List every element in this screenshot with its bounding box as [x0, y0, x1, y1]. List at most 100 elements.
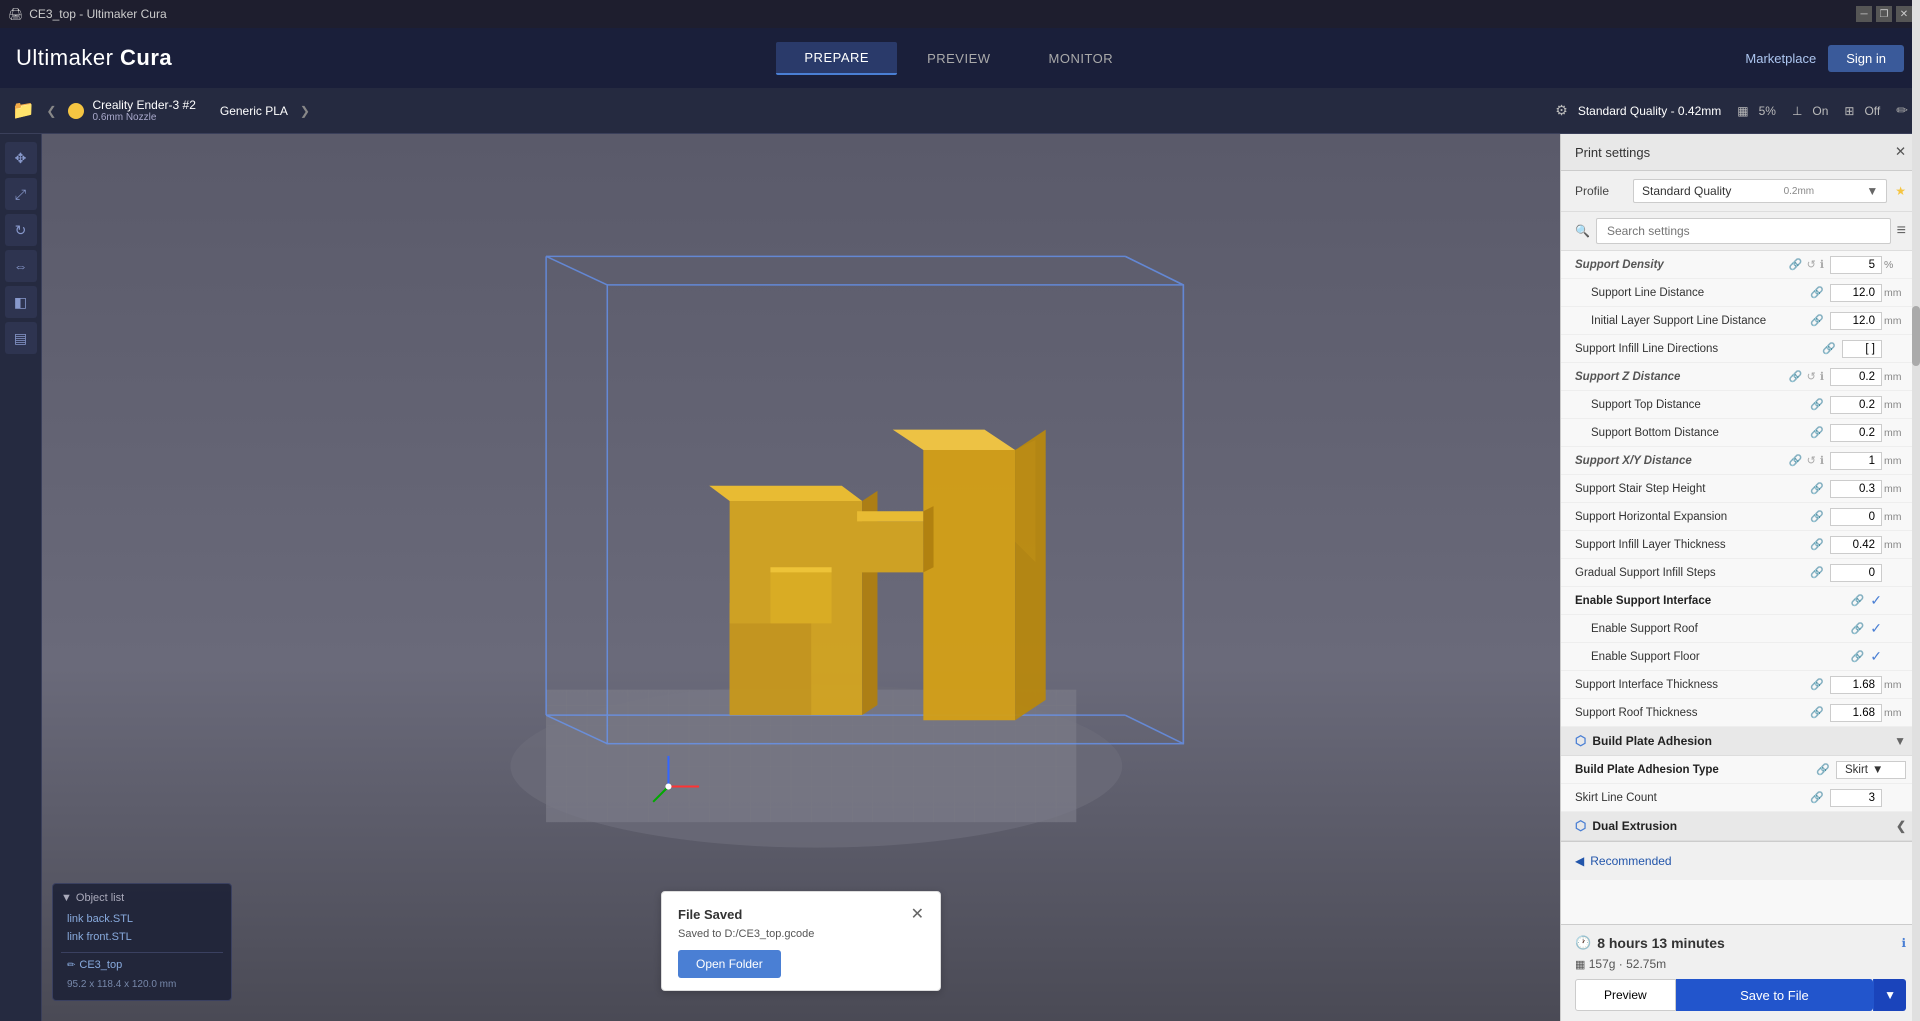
- link-icon[interactable]: 🔗: [1810, 706, 1824, 719]
- info-icon[interactable]: ℹ: [1901, 936, 1906, 950]
- link-icon[interactable]: 🔗: [1810, 482, 1824, 495]
- setting-value-input[interactable]: [1830, 564, 1882, 582]
- search-input[interactable]: [1596, 218, 1891, 244]
- link-icon[interactable]: 🔗: [1810, 791, 1824, 804]
- printer-name[interactable]: Creality Ender-3 #2: [92, 98, 195, 112]
- open-folder-button[interactable]: Open Folder: [678, 950, 781, 978]
- link-icon[interactable]: 🔗: [1851, 622, 1865, 635]
- setting-value-input[interactable]: [1830, 256, 1882, 274]
- info-icon[interactable]: ℹ: [1820, 370, 1824, 383]
- infill-value[interactable]: 5%: [1759, 104, 1776, 118]
- info-icon[interactable]: ℹ: [1820, 258, 1824, 271]
- print-settings-title: Print settings: [1575, 145, 1650, 160]
- setting-value-input[interactable]: [1830, 704, 1882, 722]
- dual-extrusion-section-header[interactable]: ⬡ Dual Extrusion ❮: [1561, 812, 1920, 841]
- setting-name: Skirt Line Count: [1575, 792, 1810, 804]
- save-to-file-button[interactable]: Save to File: [1676, 979, 1873, 1011]
- link-icon[interactable]: 🔗: [1789, 454, 1803, 467]
- tab-prepare[interactable]: PREPARE: [776, 42, 897, 75]
- dual-extrusion-label: Dual Extrusion: [1592, 819, 1677, 833]
- link-icon[interactable]: 🔗: [1822, 342, 1836, 355]
- info-icon[interactable]: ℹ: [1820, 454, 1824, 467]
- reset-icon[interactable]: ↺: [1807, 454, 1816, 467]
- minimize-button[interactable]: ─: [1856, 6, 1872, 22]
- titlebar-title: CE3_top - Ultimaker Cura: [29, 7, 166, 21]
- chevron-down-icon: ▼: [1866, 184, 1878, 198]
- marketplace-button[interactable]: Marketplace: [1745, 51, 1816, 66]
- chevron-right-icon: ❯: [300, 104, 310, 118]
- file-saved-path: Saved to D:/CE3_top.gcode: [678, 928, 924, 940]
- mirror-tool[interactable]: ⇔: [5, 250, 37, 282]
- tab-monitor[interactable]: MONITOR: [1021, 42, 1142, 75]
- star-icon[interactable]: ★: [1895, 184, 1906, 198]
- list-item[interactable]: link back.STL: [61, 910, 223, 928]
- setting-name: Gradual Support Infill Steps: [1575, 567, 1810, 579]
- preview-button[interactable]: Preview: [1575, 979, 1676, 1011]
- build-plate-section-header[interactable]: ⬡ Build Plate Adhesion ▼: [1561, 727, 1920, 756]
- setting-value-input[interactable]: [1830, 424, 1882, 442]
- link-icon[interactable]: 🔗: [1789, 258, 1803, 271]
- close-notification-button[interactable]: ✕: [911, 904, 924, 924]
- list-item[interactable]: link front.STL: [61, 928, 223, 946]
- setting-value-input[interactable]: [1830, 676, 1882, 694]
- per-model-tool[interactable]: ◧: [5, 286, 37, 318]
- scrollbar-thumb[interactable]: [1912, 306, 1920, 366]
- setting-value-input[interactable]: [1842, 340, 1882, 358]
- profile-select[interactable]: Standard Quality 0.2mm ▼: [1633, 179, 1887, 203]
- recommended-button[interactable]: ◀ Recommended: [1575, 850, 1672, 872]
- setting-value-input[interactable]: [1830, 508, 1882, 526]
- rotate-tool[interactable]: ↻: [5, 214, 37, 246]
- support-blocker-tool[interactable]: ▤: [5, 322, 37, 354]
- link-icon[interactable]: 🔗: [1851, 650, 1865, 663]
- link-icon[interactable]: 🔗: [1810, 314, 1824, 327]
- setting-support-horizontal-expansion: Support Horizontal Expansion 🔗 mm: [1561, 503, 1920, 531]
- adhesion-type-value: Skirt: [1845, 764, 1868, 776]
- setting-value-input[interactable]: [1830, 312, 1882, 330]
- link-icon[interactable]: 🔗: [1810, 678, 1824, 691]
- recommended-label: Recommended: [1590, 854, 1671, 868]
- link-icon[interactable]: 🔗: [1789, 370, 1803, 383]
- maximize-button[interactable]: ❐: [1876, 6, 1892, 22]
- link-icon[interactable]: 🔗: [1810, 566, 1824, 579]
- secondbar-left: 📁 ❮ Creality Ender-3 #2 0.6mm Nozzle Gen…: [12, 98, 310, 123]
- checkbox-check[interactable]: ✓: [1870, 648, 1882, 665]
- setting-value-input[interactable]: [1830, 452, 1882, 470]
- setting-value-input[interactable]: [1830, 789, 1882, 807]
- build-plate-section-label: Build Plate Adhesion: [1592, 734, 1712, 748]
- scale-tool[interactable]: ⤢: [5, 178, 37, 210]
- link-icon[interactable]: 🔗: [1816, 763, 1830, 776]
- setting-value-input[interactable]: [1830, 480, 1882, 498]
- move-tool[interactable]: ✥: [5, 142, 37, 174]
- setting-unit: mm: [1884, 483, 1906, 495]
- folder-icon[interactable]: 📁: [12, 100, 34, 121]
- adhesion-type-dropdown[interactable]: Skirt ▼: [1836, 761, 1906, 779]
- edit-quality-icon[interactable]: ✏: [1896, 102, 1908, 119]
- setting-value-input[interactable]: [1830, 536, 1882, 554]
- tab-preview[interactable]: PREVIEW: [899, 42, 1018, 75]
- signin-button[interactable]: Sign in: [1828, 45, 1904, 72]
- quality-label[interactable]: Standard Quality - 0.42mm: [1578, 104, 1721, 118]
- edit-icon: ✏: [67, 960, 75, 971]
- link-icon[interactable]: 🔗: [1851, 594, 1865, 607]
- menu-icon[interactable]: ≡: [1897, 222, 1906, 240]
- collapse-icon[interactable]: ▼: [61, 892, 72, 904]
- setting-value-input[interactable]: [1830, 368, 1882, 386]
- setting-value-input[interactable]: [1830, 284, 1882, 302]
- support-on-label[interactable]: On: [1812, 104, 1828, 118]
- link-icon[interactable]: 🔗: [1810, 538, 1824, 551]
- save-dropdown-button[interactable]: ▼: [1873, 979, 1906, 1011]
- setting-value-input[interactable]: [1830, 396, 1882, 414]
- checkbox-check[interactable]: ✓: [1870, 592, 1882, 609]
- link-icon[interactable]: 🔗: [1810, 286, 1824, 299]
- adhesion-off-label[interactable]: Off: [1864, 104, 1880, 118]
- checkbox-check[interactable]: ✓: [1870, 620, 1882, 637]
- link-icon[interactable]: 🔗: [1810, 510, 1824, 523]
- reset-icon[interactable]: ↺: [1807, 370, 1816, 383]
- close-print-settings-button[interactable]: ✕: [1895, 144, 1906, 160]
- material-name[interactable]: Generic PLA: [220, 104, 288, 118]
- reset-icon[interactable]: ↺: [1807, 258, 1816, 271]
- link-icon[interactable]: 🔗: [1810, 398, 1824, 411]
- printer-info: Creality Ender-3 #2 0.6mm Nozzle: [68, 98, 195, 123]
- close-button[interactable]: ✕: [1896, 6, 1912, 22]
- link-icon[interactable]: 🔗: [1810, 426, 1824, 439]
